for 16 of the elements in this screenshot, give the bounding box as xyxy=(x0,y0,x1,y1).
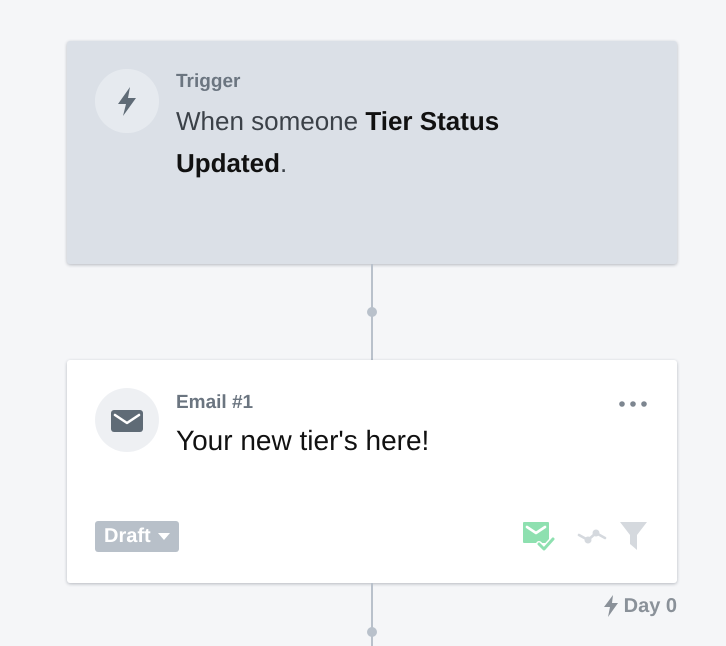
email-subject: Your new tier's here! xyxy=(176,424,430,458)
delay-label: Day 0 xyxy=(624,594,677,618)
more-options-icon[interactable] xyxy=(619,401,647,407)
connector-line xyxy=(366,583,378,646)
lightning-bolt-icon xyxy=(604,595,618,617)
email-label: Email #1 xyxy=(176,391,254,415)
filter-icon[interactable] xyxy=(620,522,647,550)
trigger-card[interactable]: Trigger When someone Tier Status Updated. xyxy=(67,41,677,264)
caret-icon xyxy=(158,533,170,540)
email-card[interactable]: Email #1 Your new tier's here! Draft xyxy=(67,360,677,583)
trigger-label: Trigger xyxy=(176,70,242,94)
envelope-check-icon[interactable] xyxy=(523,522,555,552)
trigger-description: When someone Tier Status Updated. xyxy=(176,105,500,180)
branch-path-icon[interactable] xyxy=(577,528,607,544)
envelope-icon xyxy=(95,388,159,452)
lightning-bolt-icon xyxy=(95,69,159,133)
